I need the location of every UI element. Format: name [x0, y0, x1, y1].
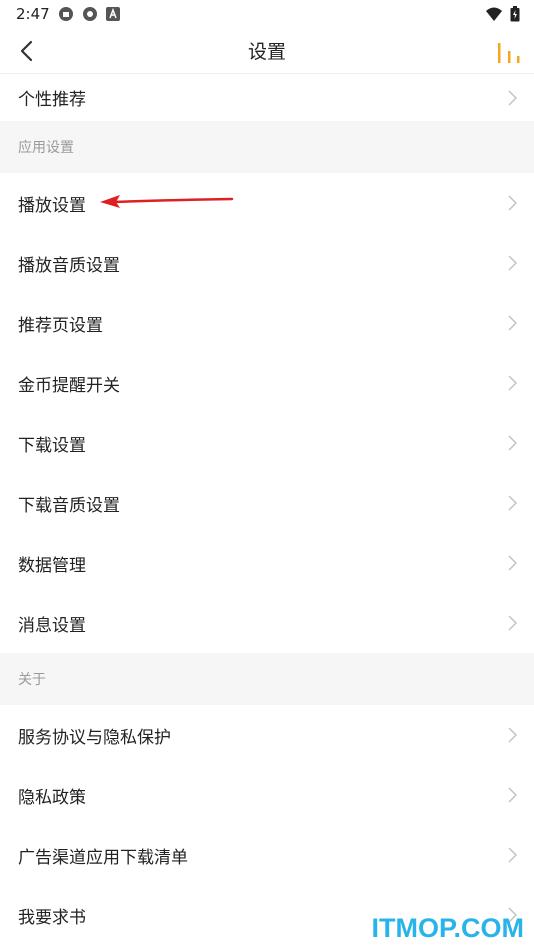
settings-item-label: 我要求书: [18, 907, 86, 928]
settings-item-recommend-page[interactable]: 推荐页设置: [0, 293, 534, 353]
watermark: ITMOP.COM: [371, 913, 524, 943]
status-bar: 2:47: [0, 0, 534, 28]
section-header-app-settings: 应用设置: [0, 121, 534, 173]
chevron-right-icon: [506, 254, 518, 272]
player-bars-icon: [498, 43, 520, 63]
settings-item-label: 推荐页设置: [18, 315, 103, 336]
wifi-icon: [486, 7, 502, 21]
page-title: 设置: [247, 41, 286, 63]
chevron-right-icon: [506, 89, 518, 107]
settings-item-label: 下载设置: [18, 435, 86, 456]
settings-item-label: 服务协议与隐私保护: [18, 727, 171, 748]
chevron-right-icon: [506, 314, 518, 332]
settings-item-playback-quality[interactable]: 播放音质设置: [0, 233, 534, 293]
settings-item-label: 播放设置: [18, 195, 86, 216]
back-button[interactable]: [12, 36, 40, 66]
settings-item-download-quality[interactable]: 下载音质设置: [0, 473, 534, 533]
now-playing-button[interactable]: [496, 38, 522, 64]
chevron-right-icon: [506, 614, 518, 632]
settings-item-privacy-policy[interactable]: 隐私政策: [0, 765, 534, 825]
back-chevron-icon: [20, 40, 33, 62]
settings-item-label: 播放音质设置: [18, 255, 120, 276]
chevron-right-icon: [506, 494, 518, 512]
battery-icon: [510, 6, 520, 22]
settings-item-label: 个性推荐: [18, 90, 86, 110]
settings-item-label: 广告渠道应用下载清单: [18, 847, 188, 868]
chevron-right-icon: [506, 374, 518, 392]
status-left: 2:47: [16, 5, 120, 23]
notification-aperture-icon: [82, 6, 98, 22]
settings-item-download[interactable]: 下载设置: [0, 413, 534, 473]
settings-item-playback[interactable]: 播放设置: [0, 173, 534, 233]
settings-item-label: 金币提醒开关: [18, 375, 120, 396]
settings-item-message[interactable]: 消息设置: [0, 593, 534, 653]
chevron-right-icon: [506, 554, 518, 572]
chevron-right-icon: [506, 786, 518, 804]
section-header-about: 关于: [0, 653, 534, 705]
status-right: [486, 6, 520, 22]
settings-item-label: 数据管理: [18, 555, 86, 576]
chevron-right-icon: [506, 434, 518, 452]
settings-item-personal-recommend[interactable]: 个性推荐: [0, 74, 534, 121]
settings-item-ad-channel-list[interactable]: 广告渠道应用下载清单: [0, 825, 534, 885]
settings-item-label: 下载音质设置: [18, 495, 120, 516]
settings-item-service-agreement[interactable]: 服务协议与隐私保护: [0, 705, 534, 765]
notification-font-icon: [105, 7, 120, 21]
annotation-arrow-icon: [100, 195, 234, 208]
settings-list: 个性推荐 应用设置 播放设置 播放音质设置 推荐页设置 金币提醒开关 下载设置 …: [0, 74, 534, 945]
settings-item-label: 消息设置: [18, 615, 86, 636]
chevron-right-icon: [506, 726, 518, 744]
nav-bar: 设置: [0, 28, 534, 74]
settings-item-coin-reminder[interactable]: 金币提醒开关: [0, 353, 534, 413]
notification-app-icon: [58, 6, 74, 22]
settings-item-label: 隐私政策: [18, 787, 86, 808]
chevron-right-icon: [506, 194, 518, 212]
chevron-right-icon: [506, 846, 518, 864]
status-time: 2:47: [16, 5, 50, 23]
settings-item-data-management[interactable]: 数据管理: [0, 533, 534, 593]
